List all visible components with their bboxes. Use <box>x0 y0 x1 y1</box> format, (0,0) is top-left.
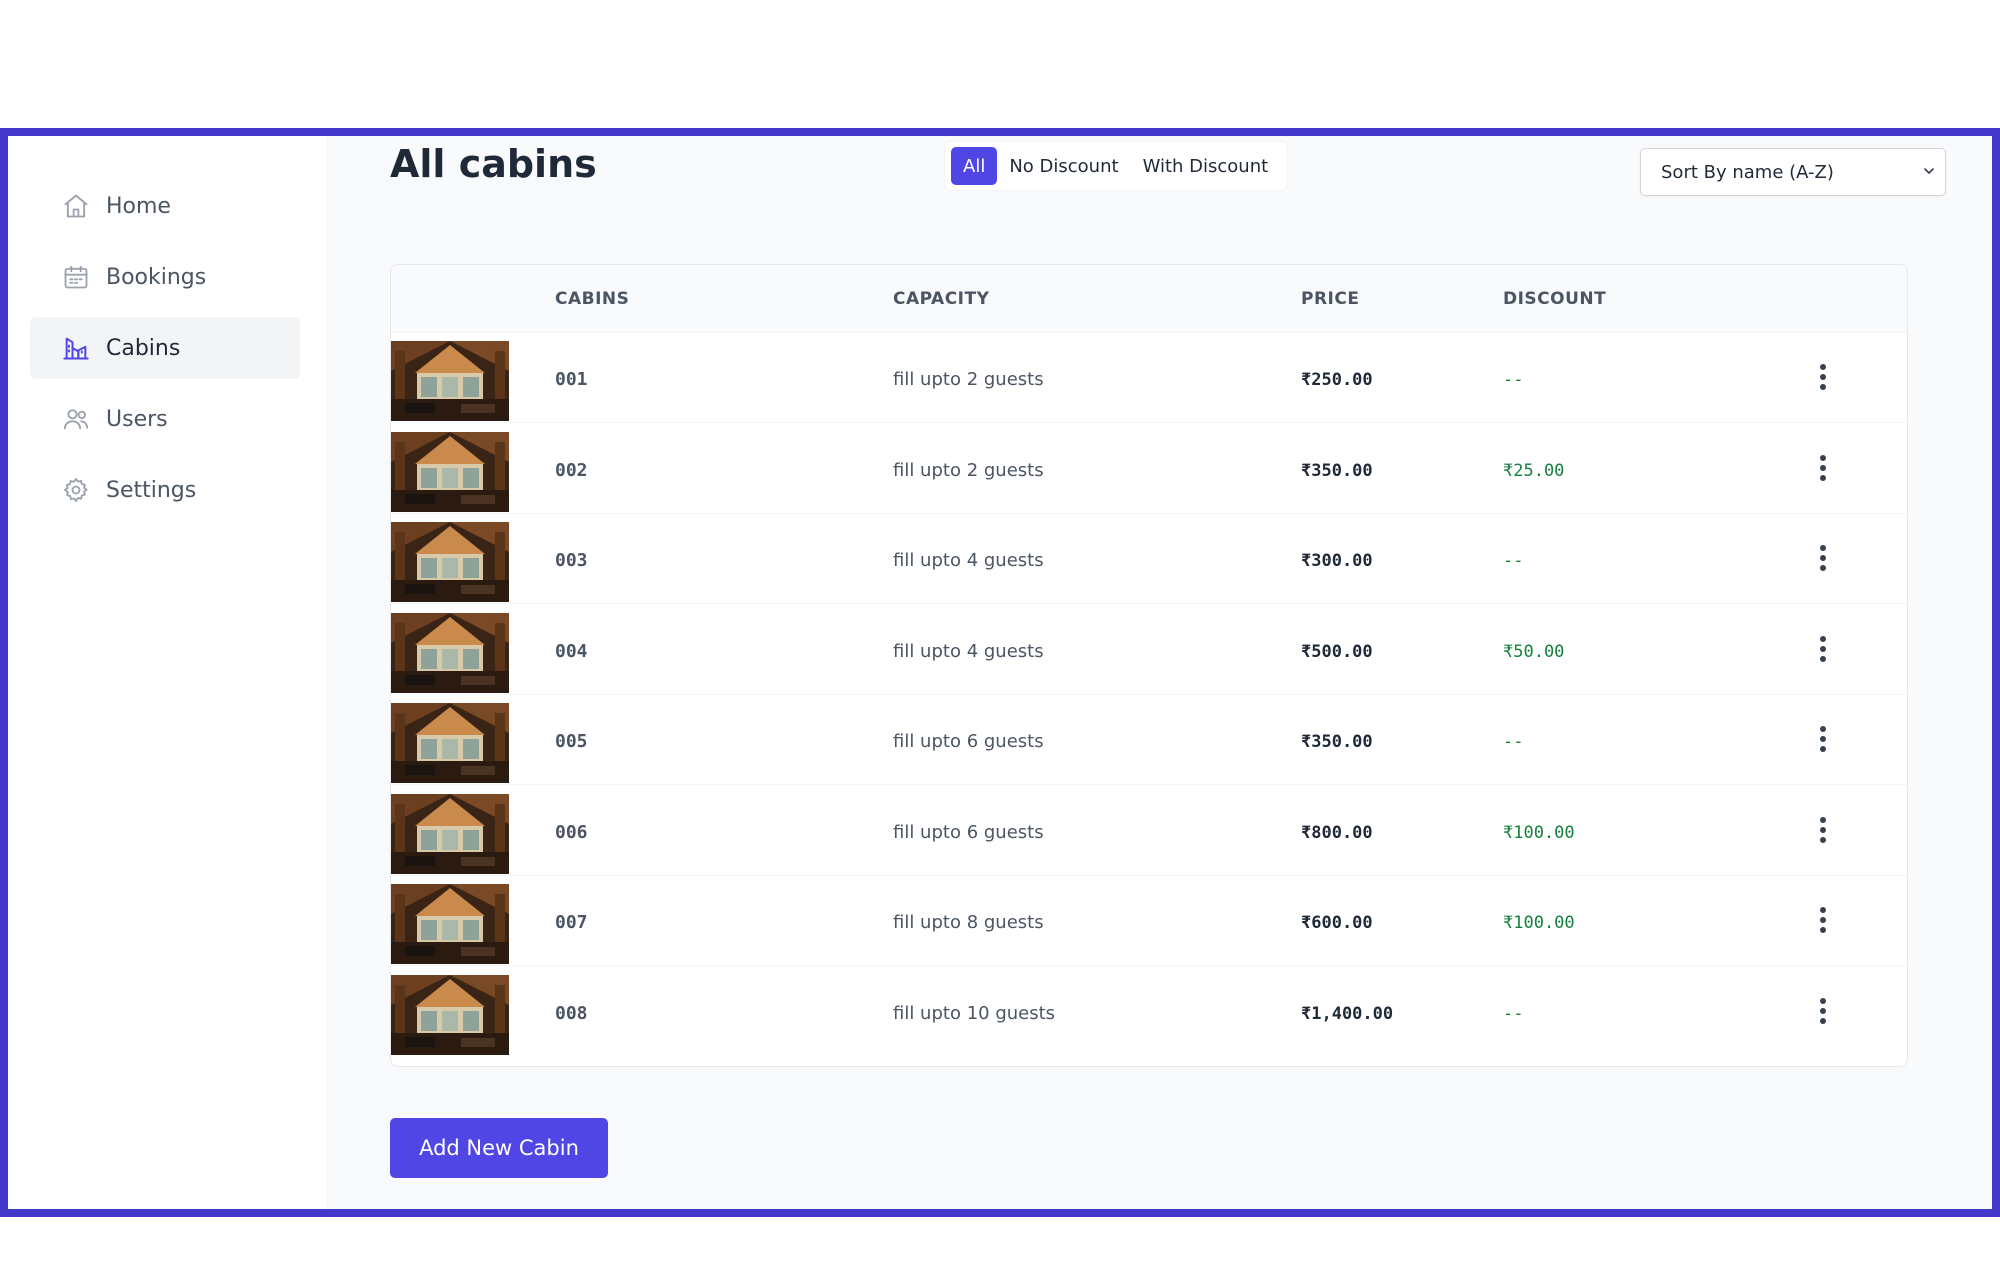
row-menu-button[interactable] <box>1803 359 1843 399</box>
cabin-capacity: fill upto 6 guests <box>893 731 1044 752</box>
cabin-thumbnail <box>391 341 509 421</box>
row-menu-button[interactable] <box>1803 540 1843 580</box>
cabin-thumbnail <box>391 793 509 874</box>
table-row: 005 fill upto 6 guests ₹350.00 -- <box>391 695 1907 785</box>
column-header-capacity: CAPACITY <box>893 289 990 309</box>
calendar-icon <box>62 263 90 291</box>
cabin-thumbnail <box>391 612 509 693</box>
filter-all-button[interactable]: All <box>951 147 998 185</box>
table-row: 002 fill upto 2 guests ₹350.00 ₹25.00 <box>391 424 1907 514</box>
cabin-discount: ₹100.00 <box>1503 822 1575 843</box>
row-menu-button[interactable] <box>1803 902 1843 942</box>
cabin-price: ₹800.00 <box>1301 822 1373 843</box>
more-vertical-icon <box>1819 906 1827 938</box>
cabin-name: 004 <box>555 640 588 662</box>
table-row: 006 fill upto 6 guests ₹800.00 ₹100.00 <box>391 786 1907 876</box>
column-header-cabins: CABINS <box>555 289 630 309</box>
cabin-price: ₹350.00 <box>1301 460 1373 481</box>
cabin-discount: -- <box>1503 732 1524 752</box>
more-vertical-icon <box>1819 454 1827 486</box>
cabin-thumbnail <box>391 522 509 602</box>
cabin-capacity: fill upto 4 guests <box>893 640 1044 662</box>
sort-selected-value: Sort By name (A-Z) <box>1661 161 1834 183</box>
column-header-price: PRICE <box>1301 289 1360 309</box>
cabin-discount: ₹100.00 <box>1503 913 1575 933</box>
home-icon <box>62 192 90 220</box>
cabin-thumbnail <box>391 703 509 783</box>
sidebar-item-users[interactable]: Users <box>30 388 300 450</box>
cabin-capacity: fill upto 2 guests <box>893 459 1044 481</box>
app-frame: Home Bookings Cabins Users Settings All … <box>0 128 2000 1217</box>
filter-with-discount-button[interactable]: With Discount <box>1131 147 1281 185</box>
table-row: 007 fill upto 8 guests ₹600.00 ₹100.00 <box>391 876 1907 966</box>
row-menu-button[interactable] <box>1803 993 1843 1033</box>
cabin-price: ₹300.00 <box>1301 551 1373 571</box>
filter-no-discount-button[interactable]: No Discount <box>997 147 1130 185</box>
row-menu-button[interactable] <box>1803 812 1843 852</box>
users-icon <box>62 405 90 433</box>
more-vertical-icon <box>1819 363 1827 395</box>
sidebar-item-label: Bookings <box>106 264 207 290</box>
table-row: 001 fill upto 2 guests ₹250.00 -- <box>391 333 1907 423</box>
sidebar-item-label: Cabins <box>106 335 181 361</box>
cabin-discount: -- <box>1503 370 1524 390</box>
table-row: 004 fill upto 4 guests ₹500.00 ₹50.00 <box>391 605 1907 695</box>
more-vertical-icon <box>1819 544 1827 576</box>
cabins-icon <box>62 334 90 362</box>
cabin-price: ₹250.00 <box>1301 370 1373 390</box>
gear-icon <box>62 476 90 504</box>
cabin-name: 005 <box>555 731 588 752</box>
sidebar-item-label: Home <box>106 193 171 219</box>
row-menu-button[interactable] <box>1803 450 1843 490</box>
more-vertical-icon <box>1819 725 1827 757</box>
cabin-capacity: fill upto 4 guests <box>893 550 1044 571</box>
sort-select[interactable]: Sort By name (A-Z) <box>1640 148 1946 196</box>
cabin-thumbnail <box>391 431 509 512</box>
cabin-discount: -- <box>1503 551 1524 571</box>
table-row: 008 fill upto 10 guests ₹1,400.00 -- <box>391 967 1907 1057</box>
sidebar: Home Bookings Cabins Users Settings <box>8 136 328 1209</box>
cabins-table: CABINS CAPACITY PRICE DISCOUNT 001 fill … <box>390 264 1908 1067</box>
cabin-discount: ₹50.00 <box>1503 641 1565 662</box>
cabin-thumbnail <box>391 974 509 1055</box>
cabin-name: 003 <box>555 550 588 571</box>
chevron-down-icon <box>1921 163 1937 179</box>
main-content: All cabins All No Discount With Discount… <box>328 136 1992 1209</box>
cabin-discount: ₹25.00 <box>1503 460 1565 481</box>
sidebar-item-settings[interactable]: Settings <box>30 459 300 521</box>
cabin-discount: -- <box>1503 1003 1524 1024</box>
cabin-name: 002 <box>555 459 588 481</box>
cabin-name: 006 <box>555 821 588 843</box>
cabin-price: ₹500.00 <box>1301 641 1373 662</box>
cabin-price: ₹1,400.00 <box>1301 1003 1394 1024</box>
cabin-name: 007 <box>555 912 588 933</box>
sidebar-item-cabins[interactable]: Cabins <box>30 317 300 379</box>
column-header-discount: DISCOUNT <box>1503 289 1607 309</box>
sidebar-item-home[interactable]: Home <box>30 175 300 237</box>
cabin-name: 001 <box>555 369 588 390</box>
cabin-price: ₹600.00 <box>1301 913 1373 933</box>
cabin-thumbnail <box>391 884 509 964</box>
page-title: All cabins <box>390 142 597 186</box>
more-vertical-icon <box>1819 635 1827 667</box>
table-row: 003 fill upto 4 guests ₹300.00 -- <box>391 514 1907 604</box>
cabin-price: ₹350.00 <box>1301 732 1373 752</box>
cabin-name: 008 <box>555 1002 588 1024</box>
cabin-capacity: fill upto 6 guests <box>893 821 1044 843</box>
discount-filter: All No Discount With Discount <box>944 141 1288 191</box>
sidebar-item-label: Settings <box>106 477 197 503</box>
add-new-cabin-button[interactable]: Add New Cabin <box>390 1118 608 1178</box>
sidebar-item-bookings[interactable]: Bookings <box>30 246 300 308</box>
cabin-capacity: fill upto 8 guests <box>893 912 1044 933</box>
table-header: CABINS CAPACITY PRICE DISCOUNT <box>391 265 1907 333</box>
more-vertical-icon <box>1819 816 1827 848</box>
row-menu-button[interactable] <box>1803 721 1843 761</box>
row-menu-button[interactable] <box>1803 631 1843 671</box>
more-vertical-icon <box>1819 997 1827 1029</box>
cabin-capacity: fill upto 10 guests <box>893 1002 1056 1024</box>
sidebar-item-label: Users <box>106 406 168 432</box>
cabin-capacity: fill upto 2 guests <box>893 369 1044 390</box>
